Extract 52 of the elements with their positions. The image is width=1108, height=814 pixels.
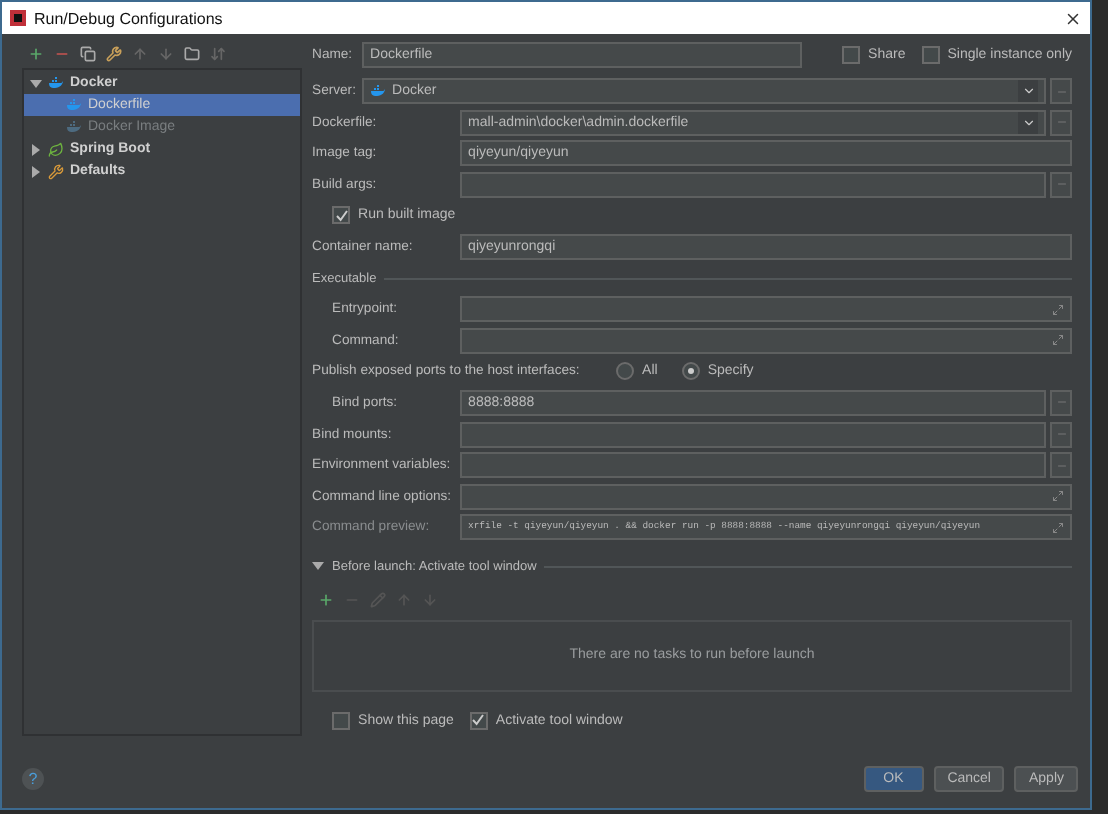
window-title: Run/Debug Configurations <box>34 9 225 27</box>
down-arrow-icon[interactable] <box>158 46 174 62</box>
input-field[interactable] <box>460 327 1072 354</box>
whale-icon <box>66 98 82 112</box>
edit-icon[interactable] <box>370 591 387 607</box>
input-field[interactable] <box>460 296 1072 323</box>
down-arrow-icon[interactable] <box>422 591 439 607</box>
checkbox[interactable] <box>332 206 351 225</box>
browse-button[interactable] <box>1050 452 1072 479</box>
wrench-icon <box>48 163 64 179</box>
add-icon[interactable] <box>28 46 44 62</box>
expanded-arrow-icon[interactable] <box>312 560 325 573</box>
whale-icon <box>66 120 82 134</box>
input-field[interactable] <box>460 171 1046 198</box>
input-field[interactable] <box>460 452 1046 479</box>
add-icon[interactable] <box>318 591 335 607</box>
radio-button[interactable] <box>681 362 700 381</box>
whale-icon <box>370 84 387 98</box>
copy-icon[interactable] <box>80 46 96 62</box>
sort-icon[interactable] <box>210 46 226 62</box>
help-button[interactable]: ? <box>22 767 44 789</box>
dash-icon <box>1055 428 1067 441</box>
input-field[interactable] <box>460 421 1046 448</box>
app-icon <box>10 10 26 26</box>
browse-button[interactable] <box>1050 109 1072 136</box>
dash-icon <box>1055 396 1067 409</box>
dash-icon <box>1055 116 1067 129</box>
up-arrow-icon[interactable] <box>132 46 148 62</box>
check-icon <box>472 714 485 726</box>
leaf-icon <box>48 141 64 157</box>
dash-icon <box>1055 459 1067 472</box>
input-field[interactable] <box>460 483 1072 510</box>
dash-icon <box>1055 178 1067 191</box>
browse-button[interactable] <box>1050 78 1072 104</box>
browse-button[interactable] <box>1050 171 1072 198</box>
checkbox[interactable] <box>332 711 351 729</box>
checkbox[interactable] <box>469 711 488 729</box>
close-icon[interactable] <box>1064 9 1082 27</box>
check-icon <box>335 209 348 222</box>
expanded-arrow-icon[interactable] <box>30 77 42 89</box>
radio-button[interactable] <box>616 362 635 381</box>
up-arrow-icon[interactable] <box>396 591 413 607</box>
browse-button[interactable] <box>1050 389 1072 416</box>
wrench-icon[interactable] <box>106 46 122 62</box>
browse-button[interactable] <box>1050 421 1072 448</box>
dash-icon <box>1055 85 1067 97</box>
checkbox[interactable] <box>842 46 861 64</box>
folder-icon[interactable] <box>184 46 200 62</box>
caret-icon <box>1021 84 1035 98</box>
whale-icon <box>48 76 64 90</box>
checkbox[interactable] <box>921 46 940 64</box>
caret-icon <box>1021 115 1035 130</box>
